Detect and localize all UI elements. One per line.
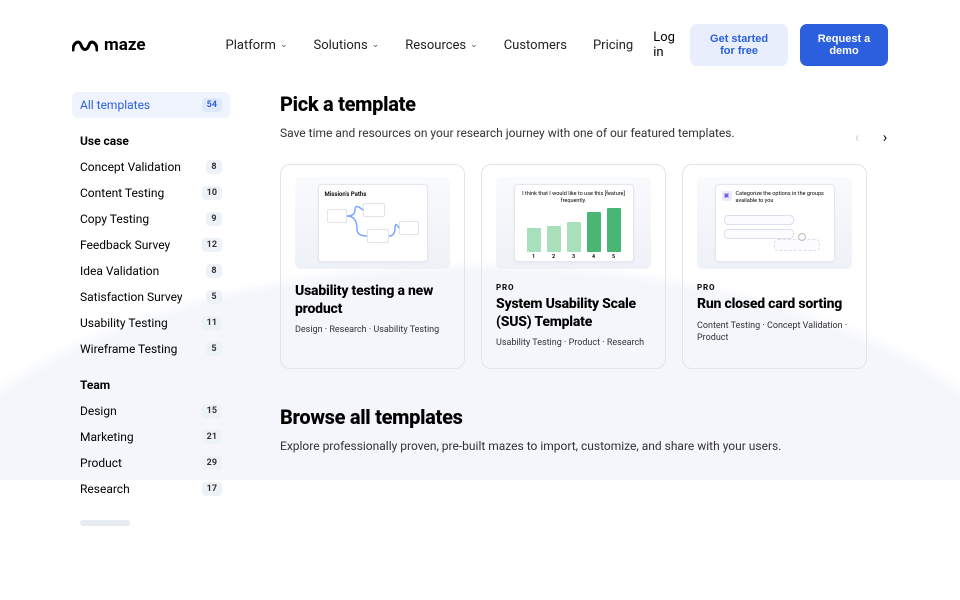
pro-badge: PRO (697, 283, 852, 292)
browse-title: Browse all templates (280, 405, 888, 429)
card-thumbnail: I think that I would like to use this [f… (496, 177, 651, 269)
nav-item-solutions[interactable]: Solutions⌄ (314, 38, 380, 53)
site-header: maze Platform⌄ Solutions⌄ Resources⌄ Custom… (0, 0, 960, 80)
sidebar-item-design[interactable]: Design 15 (72, 398, 230, 424)
count-badge: 54 (202, 98, 222, 112)
sidebar-item-product[interactable]: Product 29 (72, 450, 230, 476)
sidebar-item-label: Concept Validation (80, 160, 181, 174)
filter-sidebar: All templates54Use caseConcept Validatio… (72, 92, 230, 526)
get-started-button[interactable]: Get started for free (690, 24, 788, 66)
sidebar-item-marketing[interactable]: Marketing 21 (72, 424, 230, 450)
carousel-next[interactable]: › (876, 128, 894, 146)
count-badge: 11 (202, 316, 222, 330)
sidebar-heading: Team (72, 362, 230, 398)
sidebar-item-label: Copy Testing (80, 212, 149, 226)
count-badge: 15 (202, 404, 222, 418)
sidebar-item-label: Wireframe Testing (80, 342, 177, 356)
count-badge: 8 (206, 264, 222, 278)
sidebar-item-label: Product (80, 456, 122, 470)
count-badge: 29 (202, 456, 222, 470)
sidebar-item-content-testing[interactable]: Content Testing 10 (72, 180, 230, 206)
sidebar-item-concept-validation[interactable]: Concept Validation 8 (72, 154, 230, 180)
sidebar-item-label: Content Testing (80, 186, 164, 200)
count-badge: 8 (206, 160, 222, 174)
sidebar-item-label: Idea Validation (80, 264, 159, 278)
template-card[interactable]: Mission's Paths Usability testing a new p… (280, 164, 465, 369)
sidebar-item-label: Satisfaction Survey (80, 290, 183, 304)
count-badge: 12 (202, 238, 222, 252)
nav-item-resources[interactable]: Resources⌄ (405, 38, 477, 53)
chevron-down-icon: ⌄ (470, 40, 478, 50)
count-badge: 5 (206, 290, 222, 304)
card-meta: System Usability Scale (SUS) Template (496, 296, 651, 331)
nav-item-pricing[interactable]: Pricing (593, 38, 633, 53)
count-badge: 17 (202, 482, 222, 496)
sidebar-item-label: All templates (80, 98, 150, 112)
scrollbar[interactable] (80, 520, 130, 526)
card-thumbnail: ▣Categorize the options in the groups av… (697, 177, 852, 269)
sidebar-item-label: Research (80, 482, 130, 496)
carousel-nav: ‹ › (848, 128, 894, 146)
chevron-down-icon: ⌄ (280, 40, 288, 50)
count-badge: 21 (202, 430, 222, 444)
count-badge: 10 (202, 186, 222, 200)
logo[interactable]: maze (72, 35, 146, 55)
count-badge: 9 (206, 212, 222, 226)
template-card[interactable]: ▣Categorize the options in the groups av… (682, 164, 867, 369)
section-subtitle: Save time and resources on your research… (280, 126, 888, 140)
section-title: Pick a template (280, 92, 888, 116)
main-nav: Platform⌄ Solutions⌄ Resources⌄ Customers Pr… (226, 38, 634, 53)
browse-subtitle: Explore professionally proven, pre-built… (280, 439, 888, 453)
sidebar-item-label: Marketing (80, 430, 134, 444)
sidebar-item-research[interactable]: Research 17 (72, 476, 230, 502)
sidebar-heading: Use case (72, 118, 230, 154)
card-meta: Usability testing a new product (295, 283, 450, 318)
pro-badge: PRO (496, 283, 651, 292)
sidebar-item-idea-validation[interactable]: Idea Validation 8 (72, 258, 230, 284)
card-meta: Run closed card sorting (697, 296, 852, 314)
template-cards: Mission's Paths Usability testing a new p… (280, 164, 888, 369)
sidebar-item-wireframe-testing[interactable]: Wireframe Testing 5 (72, 336, 230, 362)
sidebar-item-label: Design (80, 404, 117, 418)
request-demo-button[interactable]: Request a demo (800, 24, 888, 66)
chevron-down-icon: ⌄ (372, 40, 380, 50)
logo-icon (72, 37, 98, 53)
nav-item-platform[interactable]: Platform⌄ (226, 38, 288, 53)
nav-item-customers[interactable]: Customers (504, 38, 567, 53)
count-badge: 5 (206, 342, 222, 356)
login-link[interactable]: Log in (653, 30, 678, 60)
sidebar-item-label: Usability Testing (80, 316, 168, 330)
template-card[interactable]: I think that I would like to use this [f… (481, 164, 666, 369)
sidebar-item-satisfaction-survey[interactable]: Satisfaction Survey 5 (72, 284, 230, 310)
sidebar-item-copy-testing[interactable]: Copy Testing 9 (72, 206, 230, 232)
sidebar-item-usability-testing[interactable]: Usability Testing 11 (72, 310, 230, 336)
carousel-prev: ‹ (848, 128, 866, 146)
logo-text: maze (104, 35, 146, 55)
sidebar-item-label: Feedback Survey (80, 238, 170, 252)
sidebar-item-all-templates[interactable]: All templates 54 (72, 92, 230, 118)
card-thumbnail: Mission's Paths (295, 177, 450, 269)
sidebar-item-feedback-survey[interactable]: Feedback Survey 12 (72, 232, 230, 258)
